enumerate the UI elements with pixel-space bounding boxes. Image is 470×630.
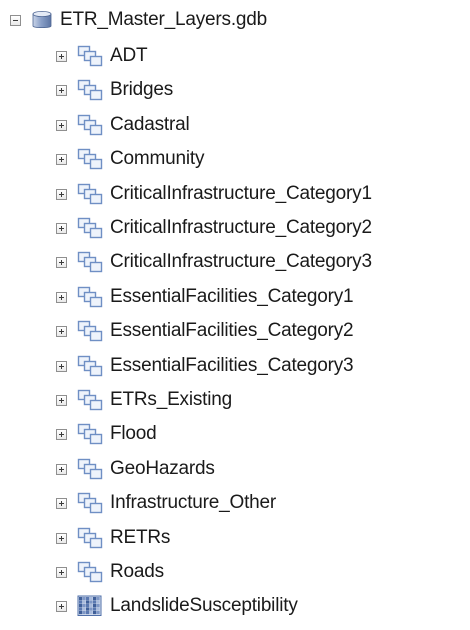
raster-dataset-icon — [77, 595, 103, 617]
feature-dataset-icon — [77, 148, 103, 170]
feature-dataset-icon — [77, 183, 103, 205]
expand-toggle-icon[interactable] — [56, 222, 67, 234]
expand-toggle-icon[interactable] — [56, 463, 67, 475]
tree-item[interactable]: Roads — [56, 558, 164, 586]
expand-toggle-icon[interactable] — [56, 600, 67, 612]
feature-dataset-icon — [77, 45, 103, 67]
expand-toggle-icon[interactable] — [56, 153, 67, 165]
tree-item-label: ADT — [110, 45, 148, 66]
tree-root-label: ETR_Master_Layers.gdb — [60, 9, 268, 30]
tree-item-label: GeoHazards — [110, 458, 215, 479]
tree-item-label: CriticalInfrastructure_Category3 — [110, 251, 372, 272]
tree-item[interactable]: LandslideSusceptibility — [56, 592, 298, 620]
tree-item[interactable]: EssentialFacilities_Category2 — [56, 317, 354, 345]
file-geodatabase-icon — [30, 10, 54, 30]
tree-item[interactable]: GeoHazards — [56, 455, 215, 483]
tree-item[interactable]: ETRs_Existing — [56, 386, 232, 414]
expand-toggle-icon[interactable] — [56, 360, 67, 372]
tree-item-label: CriticalInfrastructure_Category2 — [110, 217, 372, 238]
tree-item-label: Bridges — [110, 79, 174, 100]
tree-item-label: Community — [110, 148, 205, 169]
expand-toggle-icon[interactable] — [56, 566, 67, 578]
expand-toggle-icon[interactable] — [56, 291, 67, 303]
feature-dataset-icon — [77, 217, 103, 239]
tree-item-label: EssentialFacilities_Category3 — [110, 355, 354, 376]
expand-toggle-icon[interactable] — [56, 497, 67, 509]
catalog-tree: ETR_Master_Layers.gdb ADT Bridges Cadastra… — [0, 0, 470, 630]
tree-item[interactable]: CriticalInfrastructure_Category3 — [56, 248, 372, 276]
feature-dataset-icon — [77, 320, 103, 342]
tree-item[interactable]: EssentialFacilities_Category1 — [56, 283, 354, 311]
expand-toggle-icon[interactable] — [56, 532, 67, 544]
feature-dataset-icon — [77, 251, 103, 273]
tree-item[interactable]: Infrastructure_Other — [56, 489, 276, 517]
feature-dataset-icon — [77, 114, 103, 136]
tree-item-label: RETRs — [110, 527, 171, 548]
tree-item-label: ETRs_Existing — [110, 389, 232, 410]
tree-item[interactable]: Flood — [56, 420, 157, 448]
feature-dataset-icon — [77, 492, 103, 514]
tree-item-label: EssentialFacilities_Category2 — [110, 320, 354, 341]
feature-dataset-icon — [77, 527, 103, 549]
expand-toggle-icon[interactable] — [56, 394, 67, 406]
feature-dataset-icon — [77, 389, 103, 411]
tree-item[interactable]: Cadastral — [56, 111, 190, 139]
expand-toggle-icon[interactable] — [56, 256, 67, 268]
feature-dataset-icon — [77, 79, 103, 101]
expand-toggle-icon[interactable] — [56, 119, 67, 131]
expand-toggle-icon[interactable] — [56, 84, 67, 96]
feature-dataset-icon — [77, 423, 103, 445]
expand-toggle-icon[interactable] — [56, 428, 67, 440]
collapse-toggle-icon[interactable] — [10, 14, 21, 26]
feature-dataset-icon — [77, 561, 103, 583]
tree-item-label: CriticalInfrastructure_Category1 — [110, 183, 372, 204]
tree-item[interactable]: Bridges — [56, 76, 173, 104]
tree-item[interactable]: CriticalInfrastructure_Category2 — [56, 214, 372, 242]
tree-item-label: Roads — [110, 561, 164, 582]
tree-item[interactable]: RETRs — [56, 524, 170, 552]
tree-item-label: LandslideSusceptibility — [110, 595, 298, 616]
tree-item-label: Infrastructure_Other — [110, 492, 277, 513]
expand-toggle-icon[interactable] — [56, 188, 67, 200]
feature-dataset-icon — [77, 286, 103, 308]
tree-root-geodatabase[interactable]: ETR_Master_Layers.gdb — [10, 6, 267, 34]
tree-item-label: EssentialFacilities_Category1 — [110, 286, 354, 307]
tree-item[interactable]: CriticalInfrastructure_Category1 — [56, 180, 372, 208]
tree-item[interactable]: Community — [56, 145, 204, 173]
tree-item-label: Cadastral — [110, 114, 190, 135]
expand-toggle-icon[interactable] — [56, 325, 67, 337]
tree-item[interactable]: ADT — [56, 42, 148, 70]
tree-item-label: Flood — [110, 423, 157, 444]
expand-toggle-icon[interactable] — [56, 50, 67, 62]
tree-item[interactable]: EssentialFacilities_Category3 — [56, 352, 354, 380]
feature-dataset-icon — [77, 355, 103, 377]
feature-dataset-icon — [77, 458, 103, 480]
